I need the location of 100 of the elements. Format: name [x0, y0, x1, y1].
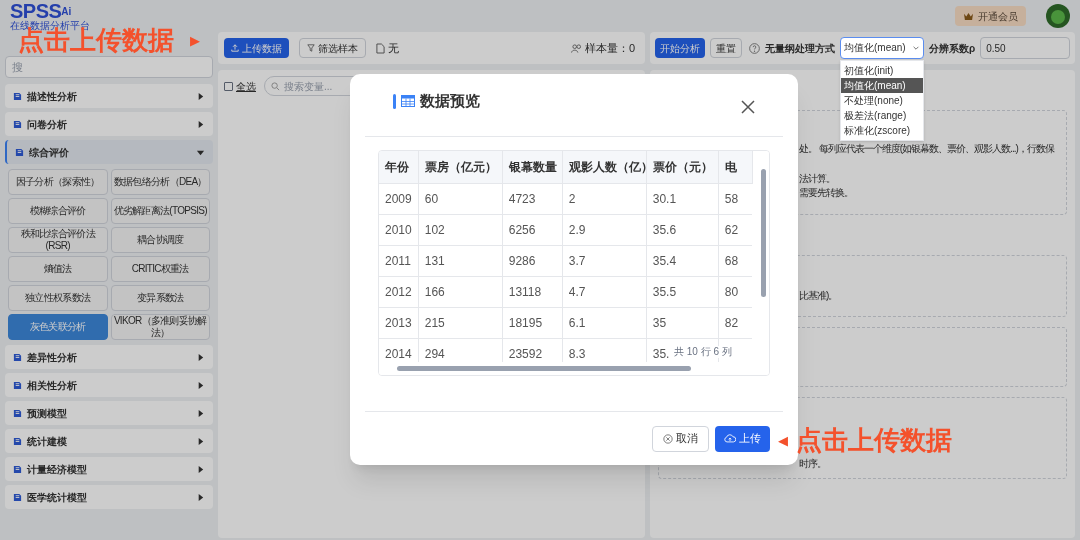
- table-icon: [401, 95, 415, 107]
- book-icon: [13, 380, 22, 390]
- book-icon: [13, 436, 22, 446]
- method-button[interactable]: 数据包络分析（DEA）: [110, 169, 210, 195]
- table-cell: 62: [718, 214, 753, 245]
- arrow-icon: ▶: [190, 33, 200, 48]
- table-cell: 35.5: [646, 276, 719, 307]
- category-item[interactable]: 综合评价: [5, 140, 213, 164]
- table-cell: 35.4: [646, 245, 719, 276]
- dropdown-option[interactable]: 均值化(mean): [841, 78, 923, 93]
- category-item[interactable]: 预测模型: [5, 401, 213, 425]
- column-header: 票房（亿元）: [418, 151, 503, 183]
- table-cell: 2012: [379, 276, 419, 307]
- filter-button[interactable]: 筛选样本: [299, 38, 366, 58]
- column-header: 银幕数量: [502, 151, 563, 183]
- table-cell: 82: [718, 307, 753, 338]
- table-cell: 215: [418, 307, 503, 338]
- caret-right-icon: [196, 436, 205, 446]
- vertical-scrollbar[interactable]: [758, 151, 769, 375]
- method-button[interactable]: 优劣解距离法(TOPSIS): [110, 198, 210, 224]
- method-button[interactable]: 模糊综合评价: [8, 198, 108, 224]
- category-item[interactable]: 统计建模: [5, 429, 213, 453]
- method-button[interactable]: CRITIC权重法: [110, 256, 210, 282]
- table-cell: 4723: [502, 183, 563, 214]
- cancel-button[interactable]: 取消: [652, 425, 709, 452]
- scrollbar-thumb[interactable]: [761, 169, 766, 297]
- description-text: 需要先转换。: [799, 187, 854, 199]
- method-button[interactable]: 因子分析（探索性）: [8, 169, 108, 195]
- method-button[interactable]: VIKOR（多准则妥协解法）: [110, 314, 210, 340]
- table-cell: 13118: [502, 276, 563, 307]
- filter-icon: [307, 44, 315, 52]
- category-item[interactable]: 描述性分析: [5, 84, 213, 108]
- category-item[interactable]: 医学统计模型: [5, 485, 213, 509]
- column-header: 年份: [379, 151, 419, 183]
- dropdown-option[interactable]: 标准化(zscore): [841, 123, 923, 138]
- upload-button[interactable]: 上传: [715, 425, 770, 452]
- member-button[interactable]: 开通会员: [955, 6, 1026, 26]
- table-cell: 102: [418, 214, 503, 245]
- checkbox[interactable]: [224, 81, 233, 91]
- description-text: 法计算。: [799, 173, 836, 185]
- method-button[interactable]: 熵值法: [8, 256, 108, 282]
- table-cell: 3.7: [562, 245, 647, 276]
- method-button[interactable]: 秩和比综合评价法(RSR): [8, 227, 108, 253]
- logo-suffix: Ai: [61, 7, 72, 17]
- description-text: 比基准)。: [799, 290, 839, 302]
- book-icon: [13, 352, 22, 362]
- search-icon: [271, 81, 280, 91]
- close-icon[interactable]: [741, 100, 755, 114]
- category-item[interactable]: 计量经济模型: [5, 457, 213, 481]
- caret-right-icon: [196, 352, 205, 362]
- arrow-icon: ◀: [778, 433, 788, 448]
- row-count-label: 共 10 行 6 列: [673, 346, 733, 358]
- dropdown-option[interactable]: 极差法(range): [841, 108, 923, 123]
- input-field[interactable]: 0.50: [980, 37, 1070, 59]
- crown-icon: [963, 11, 974, 21]
- table-cell: 2009: [379, 183, 419, 214]
- help-icon[interactable]: [749, 42, 760, 54]
- table-cell: 58: [718, 183, 753, 214]
- category-item[interactable]: 相关性分析: [5, 373, 213, 397]
- field-label: 分辨系数ρ: [929, 41, 976, 56]
- upload-button[interactable]: 上传数据: [224, 38, 289, 58]
- dropdown-option[interactable]: 不处理(none): [841, 93, 923, 108]
- file-icon: [376, 42, 385, 54]
- method-button[interactable]: 灰色关联分析: [8, 314, 108, 340]
- caret-right-icon: [196, 91, 205, 101]
- book-icon: [15, 147, 24, 157]
- caret-right-icon: [196, 119, 205, 129]
- table-cell: 2.9: [562, 214, 647, 245]
- cloud-upload-icon: [724, 434, 736, 443]
- dropdown-option[interactable]: 初值化(init): [841, 63, 923, 78]
- table-cell: 35.6: [646, 214, 719, 245]
- table-cell: 68: [718, 245, 753, 276]
- table-cell: 35: [646, 307, 719, 338]
- reset-button[interactable]: 重置: [710, 38, 742, 58]
- caret-right-icon: [196, 408, 205, 418]
- book-icon: [13, 408, 22, 418]
- table-cell: 166: [418, 276, 503, 307]
- table-cell: 9286: [502, 245, 563, 276]
- users-icon: [570, 43, 582, 53]
- table-cell: 18195: [502, 307, 563, 338]
- caret-right-icon: [196, 464, 205, 474]
- method-button[interactable]: 变异系数法: [110, 285, 210, 311]
- category-item[interactable]: 差异性分析: [5, 345, 213, 369]
- table-cell: 2010: [379, 214, 419, 245]
- column-header: 票价（元）: [646, 151, 719, 183]
- table-cell: 2013: [379, 307, 419, 338]
- scrollbar-thumb[interactable]: [397, 366, 691, 371]
- select-field[interactable]: 均值化(mean): [840, 37, 924, 59]
- method-button[interactable]: 独立性权系数法: [8, 285, 108, 311]
- start-analysis-button[interactable]: 开始分析: [655, 38, 705, 58]
- file-name: 无: [388, 40, 399, 56]
- checkbox-label: 全选: [236, 79, 256, 94]
- table-cell: 60: [418, 183, 503, 214]
- upload-icon: [231, 44, 239, 52]
- table-cell: 2: [562, 183, 647, 214]
- table-cell: 6256: [502, 214, 563, 245]
- method-button[interactable]: 耦合协调度: [110, 227, 210, 253]
- category-item[interactable]: 问卷分析: [5, 112, 213, 136]
- avatar[interactable]: [1046, 4, 1070, 28]
- description-text: 时序。: [799, 458, 827, 470]
